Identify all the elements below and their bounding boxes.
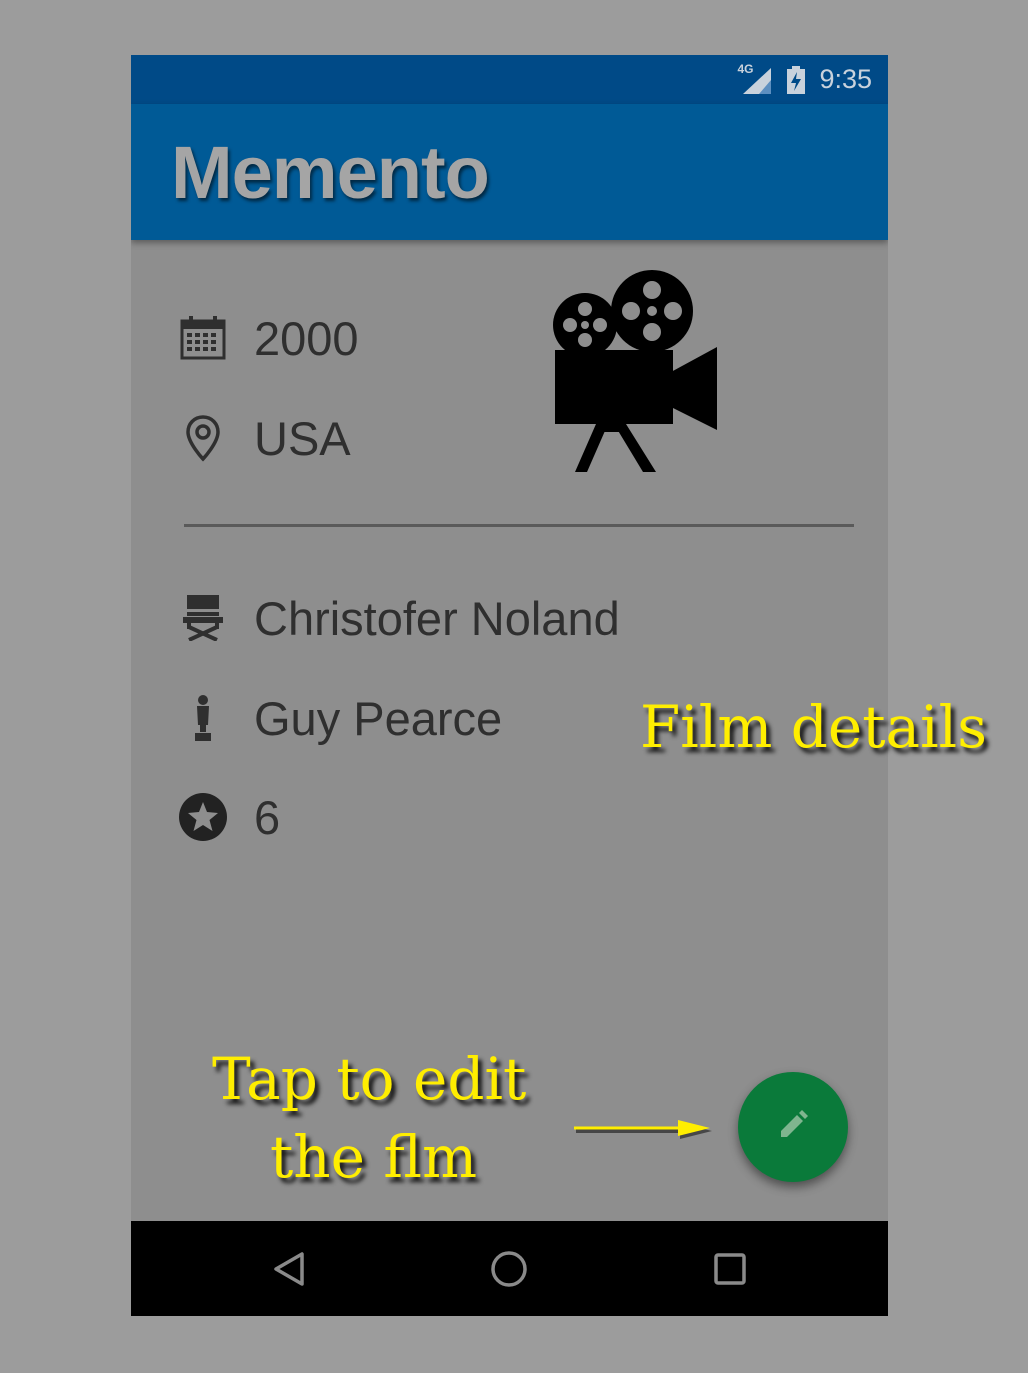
detail-row-year: 2000: [177, 308, 359, 368]
annotation-arrow-icon: [574, 1118, 714, 1142]
status-time: 9:35: [819, 64, 872, 94]
pencil-edit-icon: [773, 1105, 813, 1150]
tap-to-edit-annotation-line2: the flm: [270, 1123, 478, 1191]
system-nav-bar: [131, 1221, 888, 1316]
home-circle-icon[interactable]: [489, 1249, 529, 1289]
section-divider: [184, 524, 854, 527]
detail-row-actor: Guy Pearce: [177, 688, 502, 748]
back-triangle-icon[interactable]: [269, 1249, 309, 1289]
film-details-annotation: Film details: [640, 693, 987, 761]
country-value: USA: [254, 411, 351, 465]
star-circle-icon: [177, 791, 229, 843]
app-bar: Memento: [131, 104, 888, 240]
director-chair-icon: [177, 592, 229, 644]
rating-value: 6: [254, 790, 281, 844]
page-title: Memento: [171, 130, 490, 214]
detail-row-rating: 6: [177, 787, 280, 847]
status-bar: 4G 9:35: [131, 55, 888, 104]
movie-camera-icon: [551, 270, 721, 475]
location-pin-icon: [177, 412, 229, 464]
calendar-icon: [177, 312, 229, 364]
battery-icon: [787, 65, 806, 94]
detail-row-director: Christofer Noland: [177, 588, 620, 648]
network-type: 4G: [737, 61, 754, 76]
edit-film-button[interactable]: [738, 1072, 848, 1182]
year-value: 2000: [254, 311, 359, 365]
detail-row-country: USA: [177, 408, 351, 468]
phone-screen: 4G 9:35 Memento 2000 USA Christofer Nola…: [131, 55, 888, 1316]
recents-square-icon[interactable]: [710, 1249, 750, 1289]
signal-icon: 4G: [737, 61, 773, 96]
director-value: Christofer Noland: [254, 591, 620, 645]
tap-to-edit-annotation-line1: Tap to edit: [212, 1045, 527, 1113]
actor-statuette-icon: [177, 692, 229, 744]
actor-value: Guy Pearce: [254, 691, 503, 745]
